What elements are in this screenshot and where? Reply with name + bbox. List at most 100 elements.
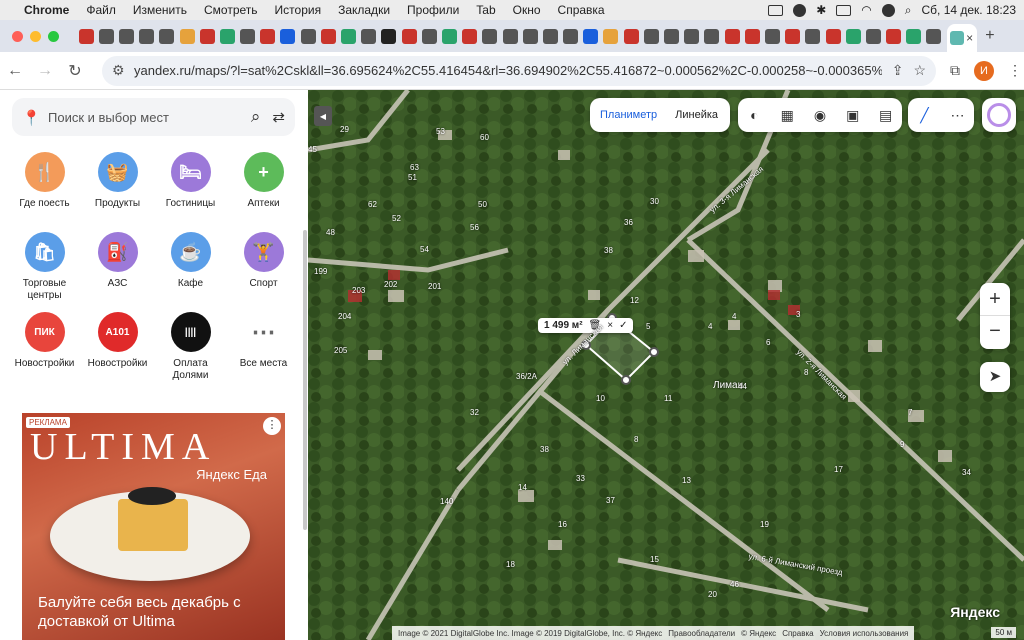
- address-bar[interactable]: ⚙ yandex.ru/maps/?l=sat%2Cskl&ll=36.6956…: [102, 55, 936, 86]
- tab-favicon[interactable]: [805, 28, 821, 44]
- tab-favicon[interactable]: [300, 28, 316, 44]
- screen-icon[interactable]: [768, 4, 784, 16]
- ad-banner[interactable]: РЕКЛАМА ULTIMA ⋮ Яндекс Еда Балуйте себя…: [22, 413, 285, 640]
- tab-favicon[interactable]: [199, 28, 215, 44]
- datetime[interactable]: Сб, 14 дек. 18:23: [921, 3, 1016, 17]
- tab-favicon[interactable]: [98, 28, 114, 44]
- menu-profiles[interactable]: Профили: [407, 3, 459, 17]
- terms-link[interactable]: Условия использования: [820, 629, 909, 638]
- menu-bookmarks[interactable]: Закладки: [338, 3, 390, 17]
- category-item[interactable]: |||| Оплата Долями: [154, 312, 227, 382]
- wifi-icon[interactable]: ◠: [861, 3, 871, 17]
- zoom-out-button[interactable]: −: [980, 316, 1010, 349]
- tab-favicon[interactable]: [159, 28, 175, 44]
- category-item[interactable]: ⋯ Все места: [227, 312, 300, 382]
- tab-favicon[interactable]: [744, 28, 760, 44]
- tab-favicon[interactable]: [522, 28, 538, 44]
- menu-help[interactable]: Справка: [558, 3, 605, 17]
- tab-favicon[interactable]: [906, 28, 922, 44]
- rights-link[interactable]: Правообладатели: [668, 629, 735, 638]
- extensions-icon[interactable]: ⧉: [950, 62, 960, 79]
- category-item[interactable]: 🏋 Спорт: [227, 232, 300, 302]
- tab-favicon[interactable]: [785, 28, 801, 44]
- planimeter-tool[interactable]: Планиметр: [590, 109, 667, 121]
- ruler-tool[interactable]: Линейка: [667, 109, 726, 121]
- tab-favicon[interactable]: [623, 28, 639, 44]
- more-icon[interactable]: ⋯: [945, 107, 971, 124]
- tab-favicon[interactable]: [441, 28, 457, 44]
- tab-favicon[interactable]: [361, 28, 377, 44]
- tab-favicon[interactable]: [563, 28, 579, 44]
- category-item[interactable]: 🧺 Продукты: [81, 152, 154, 222]
- tab-favicon[interactable]: [401, 28, 417, 44]
- panorama-icon[interactable]: ▦: [774, 107, 800, 124]
- search-icon[interactable]: ⌕: [251, 107, 261, 127]
- maximize-window-button[interactable]: [48, 30, 59, 42]
- map-view[interactable]: ◀ Планиметр Линейка ◐ ▦ ◉ ▣ ▤ ╱ ⋯ + − ➤ …: [308, 90, 1024, 640]
- category-item[interactable]: 🍴 Где поесть: [8, 152, 81, 222]
- route-icon[interactable]: ⇄: [272, 108, 285, 126]
- tab-favicon[interactable]: [845, 28, 861, 44]
- reload-icon[interactable]: ↻: [60, 61, 90, 81]
- search-box[interactable]: 📍 Поиск и выбор мест ⌕ ⇄: [12, 98, 295, 136]
- tab-favicon[interactable]: [502, 28, 518, 44]
- menu-tab[interactable]: Tab: [476, 3, 495, 17]
- tab-favicon[interactable]: [320, 28, 336, 44]
- battery-icon[interactable]: [836, 4, 852, 16]
- tab-favicon[interactable]: [219, 28, 235, 44]
- menu-edit[interactable]: Изменить: [133, 3, 187, 17]
- category-item[interactable]: + Аптеки: [227, 152, 300, 222]
- category-item[interactable]: A101 Новостройки: [81, 312, 154, 382]
- tab-favicon[interactable]: [664, 28, 680, 44]
- category-item[interactable]: 🛍 Торговые центры: [8, 232, 81, 302]
- category-item[interactable]: 🛏 Гостиницы: [154, 152, 227, 222]
- tab-favicon[interactable]: [724, 28, 740, 44]
- install-app-icon[interactable]: ⇪: [892, 62, 904, 79]
- category-item[interactable]: ☕ Кафе: [154, 232, 227, 302]
- avatar-icon[interactable]: [987, 103, 1011, 127]
- tab-favicon[interactable]: [603, 28, 619, 44]
- menu-view[interactable]: Смотреть: [204, 3, 258, 17]
- collapse-sidebar-button[interactable]: ◀: [314, 106, 332, 126]
- traffic-icon[interactable]: ▤: [873, 107, 899, 124]
- menu-app-name[interactable]: Chrome: [24, 3, 69, 17]
- tab-favicon[interactable]: [118, 28, 134, 44]
- tab-favicon[interactable]: [462, 28, 478, 44]
- tab-favicon[interactable]: [825, 28, 841, 44]
- url-text[interactable]: yandex.ru/maps/?l=sat%2Cskl&ll=36.695624…: [134, 63, 882, 78]
- bookmark-star-icon[interactable]: ☆: [913, 62, 926, 79]
- camera-icon[interactable]: ◉: [807, 107, 833, 124]
- tab-favicon[interactable]: [341, 28, 357, 44]
- tab-favicon[interactable]: [482, 28, 498, 44]
- zoom-in-button[interactable]: +: [980, 283, 1010, 316]
- more-menu-icon[interactable]: ⋮: [1008, 62, 1022, 79]
- menu-window[interactable]: Окно: [513, 3, 541, 17]
- bluetooth-icon[interactable]: ✱: [816, 3, 826, 17]
- site-settings-icon[interactable]: ⚙: [112, 62, 134, 79]
- tab-favicon[interactable]: [421, 28, 437, 44]
- tab-favicon[interactable]: [886, 28, 902, 44]
- forward-icon[interactable]: →: [30, 62, 60, 80]
- tab-favicon[interactable]: [78, 28, 94, 44]
- menu-history[interactable]: История: [275, 3, 322, 17]
- clock-icon[interactable]: [881, 3, 895, 17]
- tab-favicon[interactable]: [865, 28, 881, 44]
- tab-close-button[interactable]: ×: [966, 31, 973, 45]
- tab-favicon[interactable]: [583, 28, 599, 44]
- ruler-icon[interactable]: ╱: [912, 107, 938, 124]
- tab-favicon[interactable]: [926, 28, 942, 44]
- help-link[interactable]: Справка: [782, 629, 813, 638]
- search-input[interactable]: Поиск и выбор мест: [48, 110, 251, 125]
- close-window-button[interactable]: [12, 30, 23, 42]
- tab-favicon[interactable]: [542, 28, 558, 44]
- search-icon[interactable]: ⌕: [905, 3, 912, 18]
- locate-me-button[interactable]: ➤: [980, 362, 1010, 392]
- tab-favicon[interactable]: [704, 28, 720, 44]
- new-tab-button[interactable]: +: [985, 27, 994, 45]
- sidebar-scrollbar[interactable]: [303, 230, 307, 530]
- tab-favicon[interactable]: [260, 28, 276, 44]
- transport-icon[interactable]: ▣: [840, 107, 866, 124]
- check-icon[interactable]: ✓: [619, 320, 627, 331]
- tab-favicon[interactable]: [240, 28, 256, 44]
- tab-favicon[interactable]: [280, 28, 296, 44]
